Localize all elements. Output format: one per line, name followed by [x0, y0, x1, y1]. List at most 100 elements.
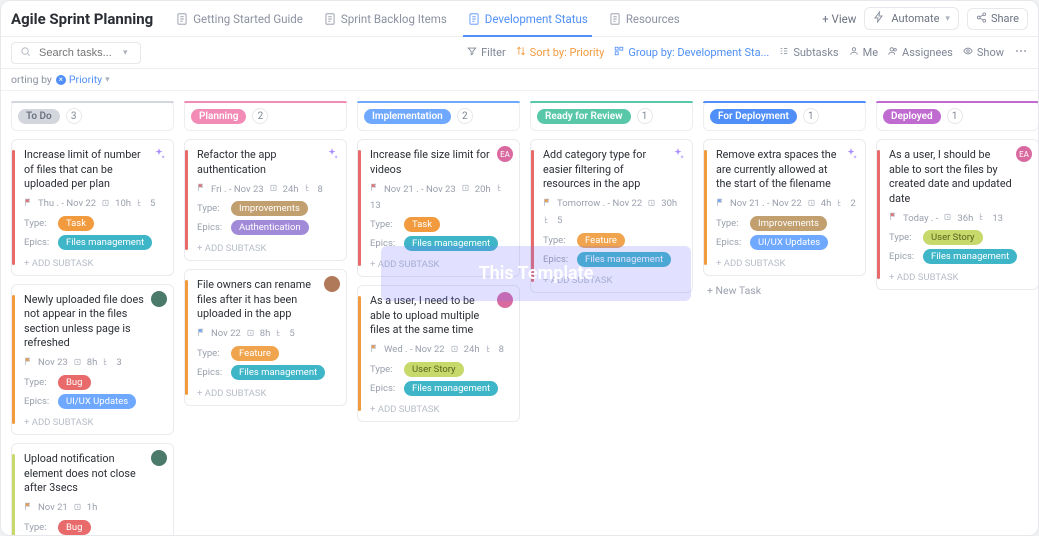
- add-subtask-button[interactable]: + ADD SUBTASK: [193, 384, 338, 399]
- flag-icon: [889, 212, 898, 224]
- task-card[interactable]: File owners can rename files after it ha…: [184, 269, 347, 406]
- bolt-icon: [873, 11, 885, 26]
- epic-pill[interactable]: UI/UX Updates: [58, 394, 136, 409]
- toolbar-right: Filter Sort by: Priority Group by: Devel…: [467, 44, 1028, 61]
- page-title[interactable]: Agile Sprint Planning: [11, 10, 153, 28]
- type-pill[interactable]: Improvements: [231, 201, 308, 216]
- add-subtask-button[interactable]: + ADD SUBTASK: [712, 254, 857, 269]
- column-header[interactable]: Planning 2: [184, 101, 347, 131]
- assignee-avatar[interactable]: [324, 276, 340, 292]
- epic-pill[interactable]: UI/UX Updates: [750, 235, 828, 250]
- tab-resources[interactable]: Resources: [598, 1, 690, 36]
- epic-pill[interactable]: Files management: [404, 236, 498, 251]
- ai-sparkle-icon[interactable]: [843, 146, 859, 162]
- task-hours: 30h: [661, 198, 677, 209]
- tab-getting-started-guide[interactable]: Getting Started Guide: [165, 1, 313, 36]
- hourglass-icon: [101, 198, 110, 210]
- add-subtask-button[interactable]: + ADD SUBTASK: [366, 255, 511, 270]
- type-pill[interactable]: Feature: [577, 233, 625, 248]
- task-type-row: Type: Improvements: [197, 201, 338, 216]
- ai-sparkle-icon[interactable]: [324, 146, 340, 162]
- add-subtask-button[interactable]: + ADD SUBTASK: [193, 239, 338, 254]
- add-subtask-button[interactable]: + ADD SUBTASK: [20, 254, 165, 269]
- tab-sprint-backlog-items[interactable]: Sprint Backlog Items: [313, 1, 457, 36]
- task-card[interactable]: Upload notification element does not clo…: [11, 443, 174, 535]
- status-badge[interactable]: To Do: [18, 109, 60, 124]
- task-title: As a user, I should be able to sort the …: [885, 148, 1030, 206]
- assignee-avatar[interactable]: [497, 292, 513, 308]
- status-badge[interactable]: For Deployment: [710, 109, 797, 124]
- subtasks-button[interactable]: Subtasks: [779, 46, 838, 59]
- type-label: Type:: [24, 218, 58, 229]
- type-pill[interactable]: Feature: [231, 346, 279, 361]
- task-card[interactable]: Add category type for easier filtering o…: [530, 139, 693, 293]
- add-subtask-button[interactable]: + ADD SUBTASK: [20, 413, 165, 428]
- task-card[interactable]: Increase limit of number of files that c…: [11, 139, 174, 276]
- task-title: Newly uploaded file does not appear in t…: [20, 293, 165, 351]
- task-type-row: Type: Task: [370, 217, 511, 232]
- column-header[interactable]: To Do 3: [11, 101, 174, 131]
- more-button[interactable]: [1014, 44, 1028, 61]
- epic-pill[interactable]: Files management: [231, 365, 325, 380]
- sort-chip-label: Priority: [69, 73, 102, 86]
- flag-icon: [197, 183, 206, 195]
- automate-button[interactable]: Automate ▾: [864, 7, 959, 30]
- task-hours: 1h: [87, 502, 98, 513]
- add-subtask-button[interactable]: + ADD SUBTASK: [539, 271, 684, 286]
- column-header[interactable]: For Deployment 1: [703, 101, 866, 131]
- add-subtask-button[interactable]: + ADD SUBTASK: [885, 268, 1030, 283]
- sort-chip[interactable]: × Priority ▾: [56, 73, 110, 86]
- epic-pill[interactable]: Files management: [58, 235, 152, 250]
- type-pill[interactable]: Bug: [58, 375, 91, 390]
- type-pill[interactable]: User Story: [923, 230, 983, 245]
- task-card[interactable]: Remove extra spaces the are currently al…: [703, 139, 866, 276]
- type-pill[interactable]: Task: [404, 217, 440, 232]
- group-button[interactable]: Group by: Development Sta...: [614, 46, 769, 59]
- add-view-button[interactable]: + View: [814, 8, 864, 30]
- new-task-button[interactable]: + New Task: [703, 284, 866, 297]
- assignees-button[interactable]: Assignees: [888, 46, 953, 59]
- remove-sort-icon[interactable]: ×: [56, 75, 66, 85]
- task-meta: Fri . - Nov 23 24h 8: [197, 183, 338, 195]
- me-button[interactable]: Me: [849, 46, 878, 59]
- type-pill[interactable]: Bug: [58, 520, 91, 535]
- sort-button[interactable]: Sort by: Priority: [516, 46, 605, 59]
- tab-development-status[interactable]: Development Status: [457, 1, 598, 36]
- task-card[interactable]: EA Increase file size limit for videos N…: [357, 139, 520, 277]
- status-badge[interactable]: Planning: [191, 109, 246, 124]
- ai-sparkle-icon[interactable]: [670, 146, 686, 162]
- type-pill[interactable]: Improvements: [750, 216, 827, 231]
- user-icon: [849, 46, 859, 59]
- ai-sparkle-icon[interactable]: [151, 146, 167, 162]
- task-card[interactable]: As a user, I need to be able to upload m…: [357, 285, 520, 422]
- epic-pill[interactable]: Authentication: [231, 220, 309, 235]
- sort-icon: [516, 46, 526, 59]
- share-button[interactable]: Share: [967, 8, 1028, 30]
- chevron-down-icon[interactable]: ▾: [123, 48, 128, 58]
- column-header[interactable]: Implementation 2: [357, 101, 520, 131]
- type-pill[interactable]: Task: [58, 216, 94, 231]
- chevron-down-icon: ▾: [945, 14, 950, 24]
- assignee-avatar[interactable]: [151, 291, 167, 307]
- filter-button[interactable]: Filter: [467, 46, 506, 59]
- assignee-avatar[interactable]: [151, 450, 167, 466]
- task-card[interactable]: EA As a user, I should be able to sort t…: [876, 139, 1038, 290]
- column-for-deployment: For Deployment 1 Remove extra spaces the…: [703, 101, 866, 521]
- search-input[interactable]: ▾: [11, 42, 141, 64]
- assignee-avatar[interactable]: EA: [1016, 146, 1032, 162]
- status-badge[interactable]: Implementation: [364, 109, 451, 124]
- task-card[interactable]: Refactor the app authentication Fri . - …: [184, 139, 347, 261]
- status-badge[interactable]: Ready for Review: [537, 109, 631, 124]
- show-button[interactable]: Show: [963, 46, 1004, 59]
- search-field[interactable]: [37, 46, 117, 60]
- epic-pill[interactable]: Files management: [404, 381, 498, 396]
- type-pill[interactable]: User Story: [404, 362, 464, 377]
- status-badge[interactable]: Deployed: [883, 109, 941, 124]
- add-subtask-button[interactable]: + ADD SUBTASK: [366, 400, 511, 415]
- epic-pill[interactable]: Files management: [923, 249, 1017, 264]
- assignee-avatar[interactable]: EA: [497, 146, 513, 162]
- column-header[interactable]: Deployed 1: [876, 101, 1038, 131]
- task-card[interactable]: Newly uploaded file does not appear in t…: [11, 284, 174, 435]
- column-header[interactable]: Ready for Review 1: [530, 101, 693, 131]
- epic-pill[interactable]: Files management: [577, 252, 671, 267]
